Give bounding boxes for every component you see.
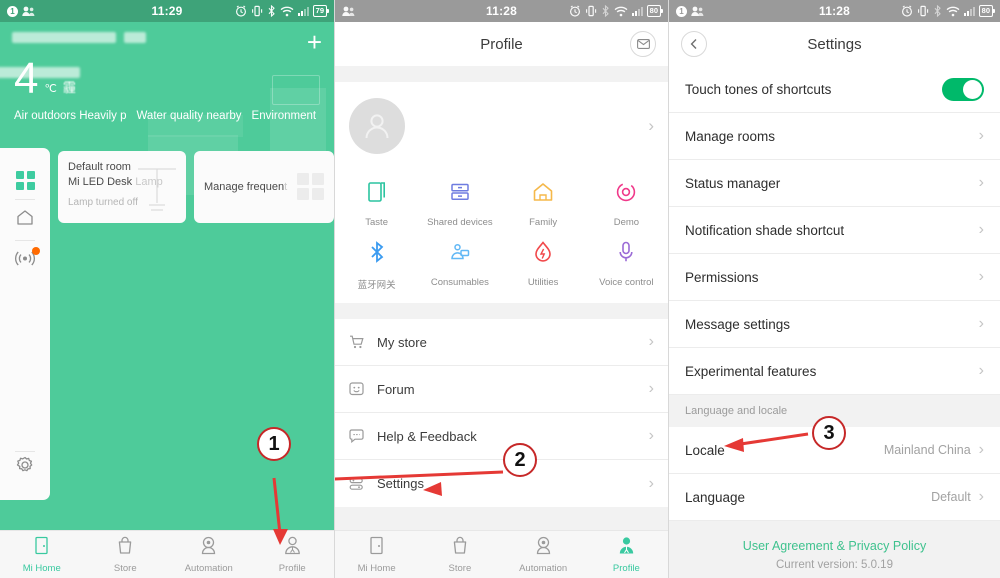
callout-2: 2 — [503, 443, 537, 477]
callout-3: 3 — [812, 416, 846, 450]
callout-1: 1 — [257, 427, 291, 461]
callout-arrow-1 — [272, 477, 288, 545]
callout-arrow-2 — [335, 470, 504, 496]
callout-number: 3 — [812, 416, 846, 450]
three-panel-screenshot: 1 11:29 79 + 4 ℃ 霾 Air outdoors Heavily … — [0, 0, 1000, 578]
panel-mi-home: 1 11:29 79 + 4 ℃ 霾 Air outdoors Heavily … — [0, 0, 334, 578]
panel-settings: 1 11:28 80 Settings Touch tones of short… — [668, 0, 1000, 578]
callout-number: 2 — [503, 443, 537, 477]
panel-profile: 11:28 80 Profile › Taste Shared devices … — [334, 0, 668, 578]
callout-arrow-3 — [724, 432, 809, 452]
callout-number: 1 — [257, 427, 291, 461]
